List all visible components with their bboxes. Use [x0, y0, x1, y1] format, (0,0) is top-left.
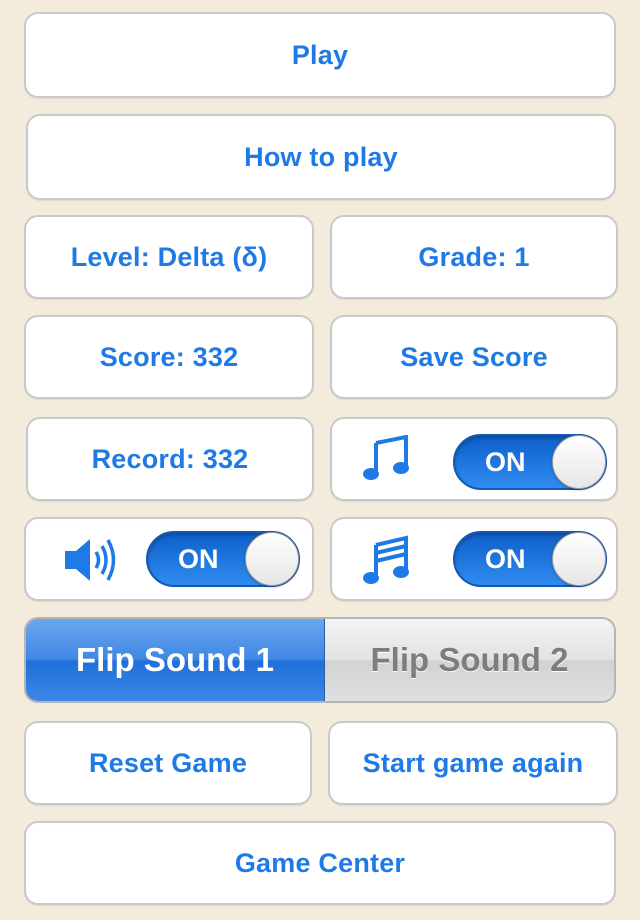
flip-sound-1-segment[interactable]: Flip Sound 1: [26, 619, 325, 701]
record-button[interactable]: Record: 332: [26, 417, 314, 501]
music-track-toggle-cell: ON: [330, 517, 618, 601]
toggle-knob[interactable]: [552, 532, 606, 586]
toggle-label: ON: [485, 543, 526, 574]
play-button[interactable]: Play: [24, 12, 616, 98]
flip-sound-2-segment[interactable]: Flip Sound 2: [325, 619, 614, 701]
level-button[interactable]: Level: Delta (δ): [24, 215, 314, 299]
toggle-label: ON: [485, 446, 526, 477]
save-score-button[interactable]: Save Score: [330, 315, 618, 399]
sound-effects-toggle[interactable]: ON: [146, 531, 300, 587]
sound-effects-toggle-cell: ON: [24, 517, 314, 601]
toggle-label: ON: [178, 543, 219, 574]
music-track-toggle[interactable]: ON: [453, 531, 607, 587]
grade-button[interactable]: Grade: 1: [330, 215, 618, 299]
music-note-icon: [363, 435, 409, 480]
music-note-toggle-cell: ON: [330, 417, 618, 501]
score-button[interactable]: Score: 332: [24, 315, 314, 399]
flip-sound-segmented-control: Flip Sound 1 Flip Sound 2: [24, 617, 616, 703]
speaker-icon: [65, 539, 116, 581]
music-note-toggle[interactable]: ON: [453, 434, 607, 490]
game-center-button[interactable]: Game Center: [24, 821, 616, 905]
how-to-play-button[interactable]: How to play: [26, 114, 616, 200]
toggle-knob[interactable]: [552, 435, 606, 489]
music-notes-icon: [363, 535, 409, 584]
start-game-again-button[interactable]: Start game again: [328, 721, 618, 805]
toggle-knob[interactable]: [245, 532, 299, 586]
reset-game-button[interactable]: Reset Game: [24, 721, 312, 805]
